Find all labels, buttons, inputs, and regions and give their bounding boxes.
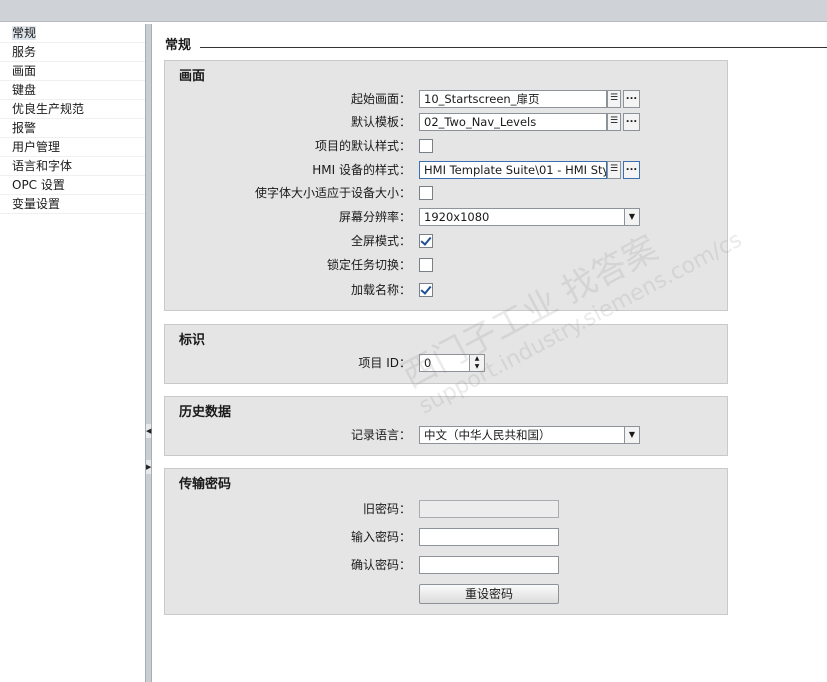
ellipsis-button[interactable]: ... <box>623 161 640 179</box>
password-group: 传输密码 旧密码： 输入密码： 确认密码： 重设密码 <box>164 468 728 615</box>
list-icon[interactable]: ☰ <box>607 113 621 131</box>
log-language-label: 记录语言： <box>350 428 411 442</box>
hmi-style-field[interactable]: HMI Template Suite\01 - HMI Style\ <box>419 161 607 179</box>
old-password-label: 旧密码： <box>362 502 411 516</box>
identification-group: 标识 项目 ID： 0 ▲ ▼ <box>164 324 728 384</box>
reset-password-button[interactable]: 重设密码 <box>419 584 559 604</box>
start-screen-label: 起始画面： <box>350 92 411 106</box>
nav-item-user-admin[interactable]: 用户管理 <box>0 138 145 157</box>
ellipsis-button[interactable]: ... <box>623 113 640 131</box>
dropdown-arrow-icon[interactable]: ▼ <box>624 427 639 443</box>
log-language-dropdown[interactable]: 中文（中华人民共和国） ▼ <box>419 426 640 444</box>
ellipsis-button[interactable]: ... <box>623 90 640 108</box>
nav-item-gmp[interactable]: 优良生产规范 <box>0 100 145 119</box>
nav-item-services[interactable]: 服务 <box>0 43 145 62</box>
screens-group-title: 画面 <box>179 69 206 84</box>
nav-item-opc-settings[interactable]: OPC 设置 <box>0 176 145 195</box>
project-id-spinner[interactable]: 0 ▲ ▼ <box>419 354 485 372</box>
new-password-label: 输入密码： <box>350 530 411 544</box>
password-group-title: 传输密码 <box>179 477 232 492</box>
nav-item-keyboard[interactable]: 键盘 <box>0 81 145 100</box>
hmi-style-label: HMI 设备的样式： <box>312 163 411 177</box>
settings-content: 常规 画面 起始画面： 10_Startscreen_扉页 ☰ ... 默认模板… <box>152 24 827 682</box>
fullscreen-checkbox[interactable] <box>419 234 433 248</box>
project-id-value: 0 <box>424 356 432 370</box>
panel-splitter[interactable]: ◀ ▶ <box>145 24 152 682</box>
nav-item-language-font[interactable]: 语言和字体 <box>0 157 145 176</box>
log-language-value: 中文（中华人民共和国） <box>424 428 551 442</box>
screens-group: 画面 起始画面： 10_Startscreen_扉页 ☰ ... 默认模板： 0… <box>164 60 728 311</box>
settings-nav: 常规 服务 画面 键盘 优良生产规范 报警 用户管理 语言和字体 OPC 设置 … <box>0 24 145 682</box>
project-default-style-label: 项目的默认样式： <box>314 139 411 153</box>
load-names-checkbox[interactable] <box>419 283 433 297</box>
spin-down-icon[interactable]: ▼ <box>470 363 484 371</box>
lock-task-label: 锁定任务切换： <box>326 258 411 272</box>
nav-item-general[interactable]: 常规 <box>0 24 145 43</box>
confirm-password-label: 确认密码： <box>350 558 411 572</box>
default-template-label: 默认模板： <box>350 115 411 129</box>
load-names-label: 加载名称： <box>350 283 411 297</box>
collapse-left-icon[interactable]: ◀ <box>146 424 151 438</box>
nav-item-alarms[interactable]: 报警 <box>0 119 145 138</box>
project-default-style-checkbox[interactable] <box>419 139 433 153</box>
nav-item-screens[interactable]: 画面 <box>0 62 145 81</box>
lock-task-checkbox[interactable] <box>419 258 433 272</box>
nav-item-tag-settings[interactable]: 变量设置 <box>0 195 145 214</box>
new-password-field[interactable] <box>419 528 559 546</box>
expand-right-icon[interactable]: ▶ <box>146 460 151 474</box>
confirm-password-field[interactable] <box>419 556 559 574</box>
fullscreen-label: 全屏模式： <box>350 234 411 248</box>
font-adapt-checkbox[interactable] <box>419 186 433 200</box>
dropdown-arrow-icon[interactable]: ▼ <box>624 209 639 225</box>
identification-group-title: 标识 <box>179 333 206 348</box>
list-icon[interactable]: ☰ <box>607 161 621 179</box>
history-group-title: 历史数据 <box>179 405 232 420</box>
section-divider <box>200 47 827 48</box>
spin-up-icon[interactable]: ▲ <box>470 355 484 363</box>
font-adapt-label: 使字体大小适应于设备大小： <box>254 186 411 200</box>
resolution-label: 屏幕分辨率： <box>338 210 411 224</box>
start-screen-field[interactable]: 10_Startscreen_扉页 <box>419 90 607 108</box>
list-icon[interactable]: ☰ <box>607 90 621 108</box>
resolution-dropdown[interactable]: 1920x1080 ▼ <box>419 208 640 226</box>
default-template-field[interactable]: 02_Two_Nav_Levels <box>419 113 607 131</box>
title-bar <box>0 0 827 22</box>
resolution-value: 1920x1080 <box>424 210 490 224</box>
old-password-field <box>419 500 559 518</box>
history-group: 历史数据 记录语言： 中文（中华人民共和国） ▼ <box>164 396 728 456</box>
section-title: 常规 <box>165 38 192 53</box>
project-id-label: 项目 ID： <box>358 356 411 370</box>
spin-buttons: ▲ ▼ <box>469 355 484 371</box>
